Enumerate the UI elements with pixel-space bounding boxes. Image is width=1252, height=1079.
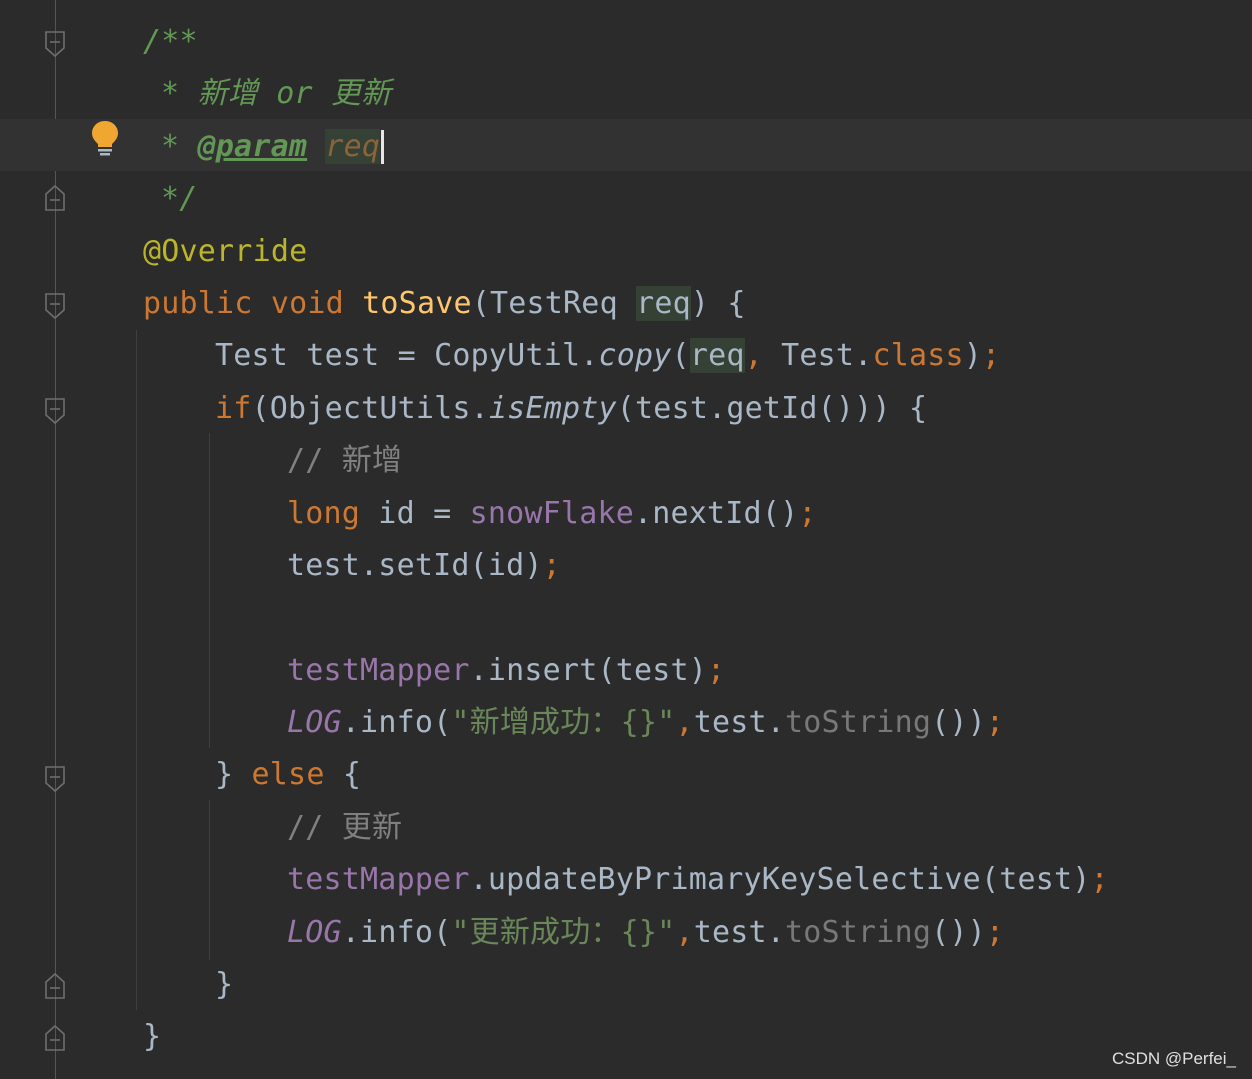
redundant-call: toString	[785, 914, 932, 950]
punct: ,	[675, 914, 694, 950]
code-text: ())	[931, 914, 986, 950]
doc-comment: /**	[143, 24, 198, 59]
static-method: copy	[598, 338, 672, 374]
code-line: }	[0, 959, 1252, 1011]
punct: ,	[744, 338, 782, 374]
field: snowFlake	[469, 495, 634, 531]
static-field: LOG	[287, 914, 342, 950]
code-text: }	[215, 967, 234, 1003]
code-line: LOG.info("新增成功：{}",test.toString());	[0, 697, 1252, 749]
semicolon: ;	[707, 652, 726, 688]
code-text: .nextId()	[633, 495, 799, 531]
code-text: ) {	[690, 285, 746, 321]
static-method: isEmpty	[488, 390, 617, 426]
code-line: } else {	[0, 749, 1252, 801]
code-text: (	[671, 338, 690, 374]
code-line: LOG.info("更新成功：{}",test.toString());	[0, 907, 1252, 959]
code-text: id =	[360, 495, 470, 531]
watermark: CSDN @Perfei_	[1111, 1049, 1236, 1068]
semicolon: ;	[985, 705, 1005, 741]
keyword: class	[872, 338, 964, 374]
doc-comment: *	[161, 128, 198, 164]
code-line: test.setId(id);	[0, 540, 1252, 592]
code-text: .info(	[341, 914, 452, 950]
code-line: public void toSave(TestReq req) {	[0, 278, 1252, 330]
code-line: long id = snowFlake.nextId();	[0, 488, 1252, 540]
keyword: if	[215, 390, 252, 426]
code-text: (test.getId())) {	[616, 390, 928, 426]
string-literal: "更新成功：{}"	[451, 914, 676, 950]
field: testMapper	[287, 652, 470, 688]
code-text: Test test = CopyUtil.	[215, 338, 599, 374]
code-text: ())	[931, 705, 986, 741]
code-text: test.	[693, 705, 785, 741]
code-line: Test test = CopyUtil.copy(req, Test.clas…	[0, 330, 1252, 382]
text-caret	[381, 130, 385, 165]
code-text: }	[215, 757, 252, 793]
keyword: long	[287, 495, 361, 531]
semicolon: ;	[1090, 862, 1109, 898]
doc-param-name: req	[325, 128, 381, 164]
code-line: // 更新	[0, 802, 1252, 854]
code-text: )	[963, 338, 983, 374]
code-line: @Override	[0, 226, 1252, 278]
code-text: (ObjectUtils.	[251, 390, 489, 426]
code-text: .insert(test)	[469, 652, 708, 688]
code-text: test.setId(id)	[287, 547, 543, 583]
field: testMapper	[287, 862, 470, 898]
doc-comment-text: 新增 or 更新	[197, 76, 392, 112]
code-line: /**	[0, 16, 1252, 68]
code-text: {	[324, 757, 362, 793]
doc-comment: */	[161, 181, 198, 217]
keyword: void	[270, 285, 344, 321]
semicolon: ;	[798, 495, 817, 531]
code-line: * 新增 or 更新	[0, 68, 1252, 120]
param-usage: req	[689, 338, 745, 374]
punct: ,	[675, 705, 694, 741]
code-line: // 新增	[0, 435, 1252, 487]
code-text: .info(	[341, 705, 452, 741]
annotation: @Override	[143, 233, 308, 269]
param-usage: req	[636, 285, 691, 321]
code-text: (TestReq	[471, 285, 637, 321]
code-line: testMapper.insert(test);	[0, 645, 1252, 697]
code-editor[interactable]: /** * 新增 or 更新 * @param req */ @Override…	[0, 16, 1252, 1064]
line-comment: // 新增	[287, 443, 403, 479]
code-text: Test.	[781, 338, 873, 374]
redundant-call: toString	[785, 705, 932, 741]
code-line: testMapper.updateByPrimaryKeySelective(t…	[0, 854, 1252, 906]
semicolon: ;	[985, 914, 1005, 950]
code-line: */	[0, 173, 1252, 225]
code-line: if(ObjectUtils.isEmpty(test.getId())) {	[0, 383, 1252, 435]
semicolon: ;	[982, 338, 1001, 374]
method-name: toSave	[362, 285, 472, 321]
code-line: }	[0, 1011, 1252, 1063]
code-text: .updateByPrimaryKeySelective(test)	[469, 862, 1091, 898]
keyword: public	[143, 285, 253, 321]
line-comment: // 更新	[287, 809, 403, 845]
code-text: }	[143, 1019, 162, 1055]
semicolon: ;	[542, 547, 561, 583]
keyword: else	[251, 757, 325, 793]
code-line-current: * @param req	[0, 121, 1252, 173]
string-literal: "新增成功：{}"	[451, 705, 676, 741]
doc-param-tag: @param	[197, 128, 308, 164]
static-field: LOG	[287, 705, 342, 741]
code-text: test.	[693, 914, 785, 950]
doc-comment: *	[161, 76, 198, 112]
